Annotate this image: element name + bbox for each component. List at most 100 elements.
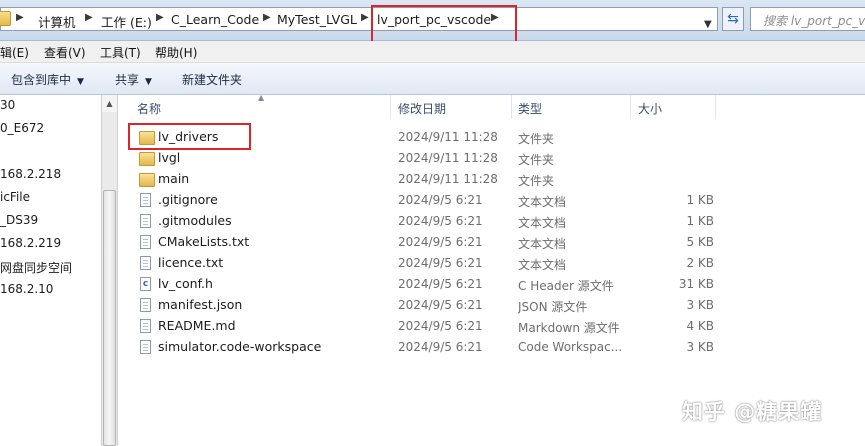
breadcrumb-computer[interactable]: 计算机	[38, 12, 76, 31]
file-row[interactable]: licence.txt 2024/9/5 6:21 文本文档 2 KB	[128, 253, 865, 274]
chevron-right-icon[interactable]: ▶	[16, 12, 24, 23]
file-date: 2024/9/11 11:28	[398, 151, 498, 165]
file-date: 2024/9/5 6:21	[398, 298, 483, 312]
file-name: .gitmodules	[158, 213, 232, 228]
file-name: licence.txt	[158, 255, 224, 270]
text-file-icon	[140, 235, 151, 249]
text-file-icon	[140, 298, 151, 312]
file-row[interactable]: lvgl 2024/9/11 11:28 文件夹	[128, 148, 865, 169]
nav-item[interactable]: _DS39	[0, 213, 38, 227]
include-in-library-button[interactable]: 包含到库中 ▼	[11, 71, 84, 88]
menu-view[interactable]: 查看(V)	[44, 44, 86, 61]
breadcrumb-drive-e[interactable]: 工作 (E:)	[101, 12, 152, 31]
breadcrumb-mytest-lvgl[interactable]: MyTest_LVGL	[277, 12, 357, 27]
file-name: lv_conf.h	[158, 276, 213, 291]
file-name: README.md	[158, 318, 236, 333]
file-type: 文件夹	[518, 153, 555, 167]
file-date: 2024/9/5 6:21	[398, 214, 483, 228]
chevron-right-icon[interactable]: ▶	[491, 12, 499, 23]
folder-icon	[0, 11, 11, 26]
share-label: 共享	[115, 73, 140, 87]
text-file-icon	[140, 214, 151, 228]
column-header-name[interactable]: 名称	[137, 100, 161, 117]
folder-icon	[139, 152, 155, 166]
file-date: 2024/9/5 6:21	[398, 277, 483, 291]
column-divider[interactable]	[715, 95, 716, 119]
command-bar: 包含到库中 ▼ 共享 ▼ 新建文件夹	[0, 63, 865, 95]
nav-item[interactable]: 168.2.218	[0, 167, 61, 181]
sort-ascending-icon: ▲	[258, 93, 265, 102]
file-row[interactable]: .gitignore 2024/9/5 6:21 文本文档 1 KB	[128, 190, 865, 211]
text-file-icon	[140, 319, 151, 333]
scroll-up-icon[interactable]: ▲	[102, 95, 117, 112]
file-type: C Header 源文件	[518, 279, 614, 293]
address-dropdown-icon[interactable]: ▼	[704, 19, 712, 30]
file-type: 文本文档	[518, 237, 567, 251]
menu-bar: 编辑(E) 查看(V) 工具(T) 帮助(H)	[0, 41, 865, 63]
chevron-down-icon: ▼	[77, 77, 84, 87]
chevron-right-icon[interactable]: ▶	[263, 12, 271, 23]
column-divider[interactable]	[390, 95, 391, 119]
share-button[interactable]: 共享 ▼	[115, 71, 152, 88]
breadcrumb-lv-port-pc-vscode[interactable]: lv_port_pc_vscode	[377, 12, 491, 27]
file-type: Markdown 源文件	[518, 321, 620, 335]
file-row[interactable]: README.md 2024/9/5 6:21 Markdown 源文件 4 K…	[128, 316, 865, 337]
file-row[interactable]: .gitmodules 2024/9/5 6:21 文本文档 1 KB	[128, 211, 865, 232]
file-name: simulator.code-workspace	[158, 339, 322, 354]
menu-help[interactable]: 帮助(H)	[155, 44, 197, 61]
nav-item[interactable]: 网盘同步空间	[0, 259, 72, 276]
file-name: lvgl	[158, 150, 181, 165]
file-name: CMakeLists.txt	[158, 234, 250, 249]
nav-item[interactable]: 168.2.10	[0, 282, 53, 296]
menu-tools[interactable]: 工具(T)	[100, 44, 141, 61]
file-size: 5 KB	[686, 235, 714, 249]
file-size: 1 KB	[686, 214, 714, 228]
nav-item[interactable]: 168.2.219	[0, 236, 61, 250]
file-row[interactable]: manifest.json 2024/9/5 6:21 JSON 源文件 3 K…	[128, 295, 865, 316]
breadcrumb[interactable]: ▶ 计算机 ▶ 工作 (E:) ▶ C_Learn_Code ▶ MyTest_…	[0, 7, 718, 31]
file-date: 2024/9/5 6:21	[398, 256, 483, 270]
c-header-file-icon: c	[140, 277, 151, 291]
column-divider[interactable]	[630, 95, 631, 119]
file-type: 文本文档	[518, 258, 567, 272]
nav-item[interactable]: 0_E672	[0, 121, 44, 135]
column-header-date[interactable]: 修改日期	[398, 100, 446, 117]
file-name: main	[158, 171, 190, 186]
scrollbar-thumb[interactable]	[103, 190, 116, 446]
text-file-icon	[140, 256, 151, 270]
file-row[interactable]: lv_drivers 2024/9/11 11:28 文件夹	[128, 127, 865, 148]
file-list: ▲ 名称 修改日期 类型 大小 lv_drivers 2024/9/11 11:…	[118, 93, 865, 446]
chevron-right-icon[interactable]: ▶	[156, 12, 164, 23]
chevron-right-icon[interactable]: ▶	[85, 12, 93, 23]
watermark: 知乎 @糖果罐	[682, 400, 823, 424]
file-row[interactable]: simulator.code-workspace 2024/9/5 6:21 C…	[128, 337, 865, 358]
chevron-right-icon[interactable]: ▶	[361, 12, 369, 23]
folder-icon	[139, 173, 155, 187]
file-size: 31 KB	[678, 277, 714, 291]
file-type: 文本文档	[518, 216, 567, 230]
file-size: 4 KB	[686, 319, 714, 333]
nav-scrollbar[interactable]: ▲	[101, 95, 118, 446]
column-header-size[interactable]: 大小	[638, 100, 662, 117]
breadcrumb-c-learn-code[interactable]: C_Learn_Code	[171, 12, 259, 27]
new-folder-button[interactable]: 新建文件夹	[182, 71, 242, 88]
column-divider[interactable]	[511, 95, 512, 119]
file-row[interactable]: main 2024/9/11 11:28 文件夹	[128, 169, 865, 190]
column-header-type[interactable]: 类型	[518, 100, 542, 117]
menu-edit[interactable]: 编辑(E)	[0, 44, 29, 61]
text-file-icon	[140, 193, 151, 207]
file-size: 3 KB	[686, 340, 714, 354]
file-name: lv_drivers	[158, 129, 219, 144]
refresh-icon: ⇆	[727, 11, 739, 27]
file-date: 2024/9/11 11:28	[398, 130, 498, 144]
file-row[interactable]: CMakeLists.txt 2024/9/5 6:21 文本文档 5 KB	[128, 232, 865, 253]
refresh-button[interactable]: ⇆	[722, 7, 744, 31]
search-input[interactable]: 搜索 lv_port_pc_vscode	[750, 7, 865, 31]
file-type: Code Workspac...	[518, 340, 623, 354]
file-size: 1 KB	[686, 193, 714, 207]
file-row[interactable]: c lv_conf.h 2024/9/5 6:21 C Header 源文件 3…	[128, 274, 865, 295]
file-date: 2024/9/11 11:28	[398, 172, 498, 186]
nav-item[interactable]: icFile	[0, 190, 30, 204]
nav-item[interactable]: 30	[0, 98, 15, 112]
file-type: 文本文档	[518, 195, 567, 209]
